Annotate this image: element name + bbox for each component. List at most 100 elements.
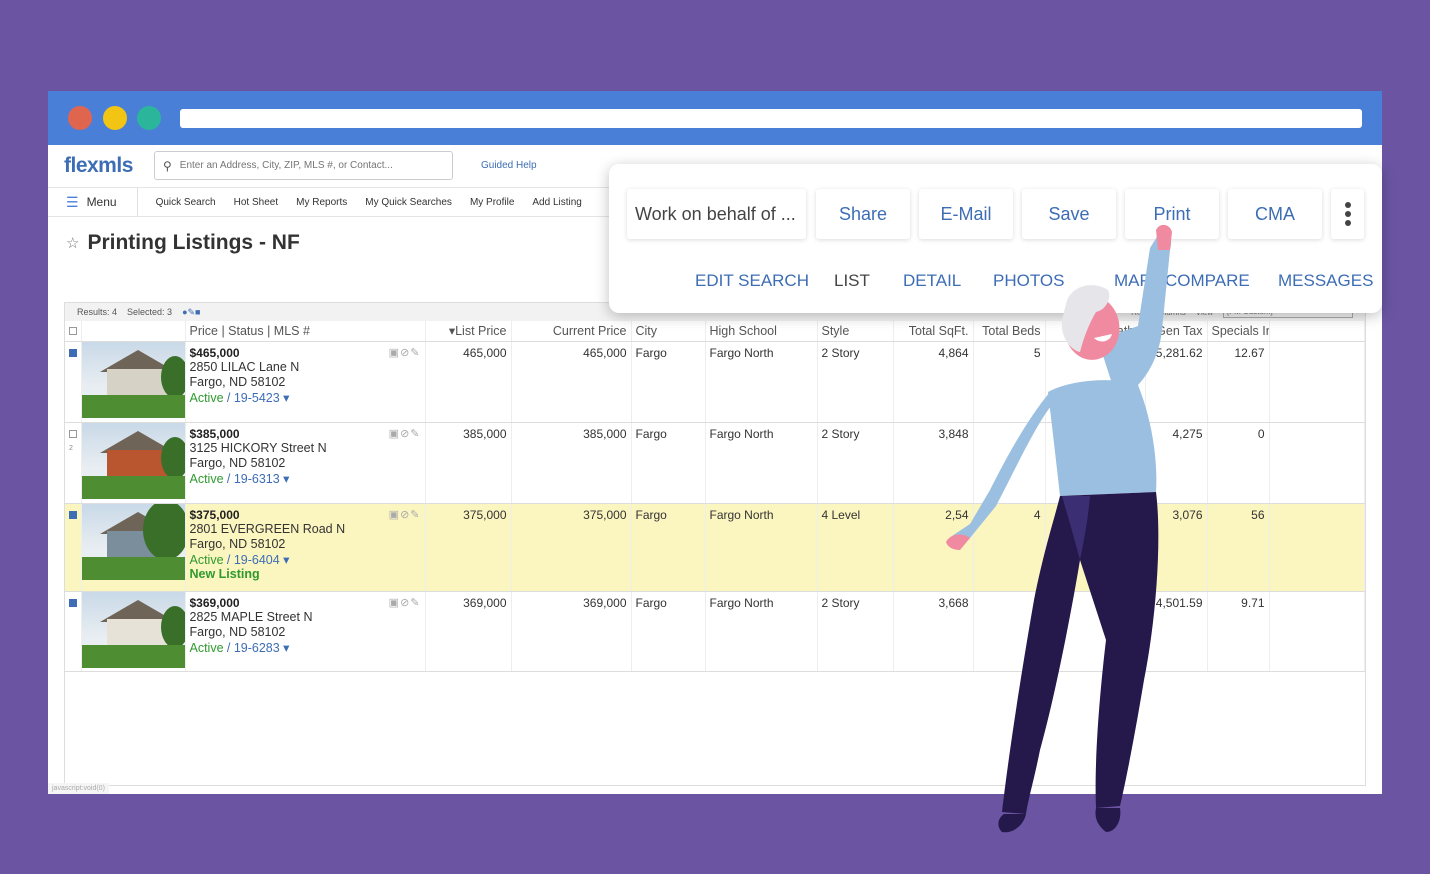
close-window-button[interactable] [68, 106, 92, 130]
table-row[interactable]: $369,000 ▣⊘✎ 2825 MAPLE Street N Fargo, N… [65, 591, 1365, 672]
col-high-school[interactable]: High School [705, 321, 818, 342]
filler-header [1269, 321, 1365, 342]
row-action-icons[interactable]: ▣⊘✎ [389, 346, 421, 360]
photo-cell[interactable] [81, 341, 186, 423]
baths-cell [1045, 422, 1146, 504]
row-number: 2 [69, 444, 73, 452]
row-checkbox[interactable] [69, 598, 77, 607]
row-action-icons[interactable]: ▣⊘✎ [389, 427, 421, 441]
sqft-cell: 3,848 [893, 422, 974, 504]
specials-cell: 9.71 [1207, 591, 1270, 672]
current-price-cell: 375,000 [511, 503, 632, 592]
row-action-icons[interactable]: ▣⊘✎ [389, 508, 421, 522]
search-box[interactable]: ⚲ [154, 151, 453, 180]
more-dot-icon [1344, 202, 1351, 208]
new-listing-badge: New Listing [189, 566, 260, 581]
listing-status: Active [189, 471, 224, 486]
col-total-baths[interactable]: Total Baths [1045, 321, 1146, 342]
listing-mls-link[interactable]: / 19-6404 ▾ [227, 553, 290, 567]
style-cell: 4 Level [817, 503, 894, 592]
search-input[interactable] [179, 160, 430, 171]
row-select-cell[interactable]: 2 [65, 422, 82, 504]
col-total-sqft[interactable]: Total SqFt. [893, 321, 974, 342]
contact-icon[interactable]: ●✎■ [182, 307, 200, 318]
email-button[interactable]: E-Mail [919, 189, 1013, 239]
col-list-price[interactable]: ▾List Price [425, 321, 512, 342]
filler-cell [1269, 422, 1365, 504]
nav-my-reports[interactable]: My Reports [296, 197, 347, 208]
favorite-star-icon[interactable]: ☆ [66, 234, 79, 252]
current-price-cell: 385,000 [511, 422, 632, 504]
table-row[interactable]: $465,000 ▣⊘✎ 2850 LILAC Lane N Fargo, ND … [65, 341, 1365, 423]
col-price-status-mls[interactable]: Price | Status | MLS # [185, 321, 426, 342]
photo-cell[interactable] [81, 422, 186, 504]
col-current-price[interactable]: Current Price [511, 321, 632, 342]
listing-mls-link[interactable]: / 19-6283 ▾ [227, 641, 290, 655]
menu-button[interactable]: ☰ Menu [48, 188, 138, 216]
beds-cell: 5 [973, 591, 1046, 672]
nav-add-listing[interactable]: Add Listing [532, 197, 581, 208]
row-select-cell[interactable] [65, 503, 82, 592]
tab-detail[interactable]: DETAIL [903, 271, 961, 291]
row-action-icons[interactable]: ▣⊘✎ [389, 596, 421, 610]
row-checkbox[interactable] [69, 510, 77, 519]
price-status-cell: $375,000 ▣⊘✎ 2801 EVERGREEN Road N Fargo,… [185, 503, 426, 592]
status-bar-url: javascript:void(0) [48, 783, 109, 794]
listing-photo[interactable] [81, 422, 184, 499]
nav-my-quick-searches[interactable]: My Quick Searches [365, 197, 452, 208]
select-all-cell[interactable] [65, 321, 82, 342]
listing-mls-link[interactable]: / 19-6313 ▾ [227, 472, 290, 486]
listing-photo[interactable] [81, 591, 184, 668]
city-cell: Fargo [631, 341, 706, 423]
price-status-cell: $385,000 ▣⊘✎ 3125 HICKORY Street N Fargo,… [185, 422, 426, 504]
tab-messages[interactable]: MESSAGES [1278, 271, 1373, 291]
save-button[interactable]: Save [1022, 189, 1116, 239]
table-row[interactable]: $375,000 ▣⊘✎ 2801 EVERGREEN Road N Fargo,… [65, 503, 1365, 592]
photo-header [81, 321, 186, 342]
tab-photos[interactable]: PHOTOS [993, 271, 1064, 291]
print-button[interactable]: Print [1125, 189, 1219, 239]
baths-cell [1045, 503, 1146, 592]
col-style[interactable]: Style [817, 321, 894, 342]
more-options-button[interactable] [1331, 189, 1364, 239]
row-select-cell[interactable] [65, 341, 82, 423]
row-checkbox[interactable] [69, 429, 77, 438]
tab-list[interactable]: LIST [834, 271, 870, 291]
tab-edit-search[interactable]: EDIT SEARCH [695, 271, 809, 291]
school-cell: Fargo North [705, 503, 818, 592]
select-all-checkbox[interactable] [69, 326, 77, 335]
tab-compare[interactable]: COMPARE [1165, 271, 1250, 291]
address-bar[interactable] [180, 109, 1362, 128]
col-total-beds[interactable]: Total Beds [973, 321, 1046, 342]
share-button[interactable]: Share [816, 189, 910, 239]
work-on-behalf-button[interactable]: Work on behalf of ... [627, 189, 806, 239]
nav-hot-sheet[interactable]: Hot Sheet [234, 197, 278, 208]
photo-cell[interactable] [81, 591, 186, 672]
listing-photo[interactable] [81, 503, 184, 580]
col-specials-inst[interactable]: Specials Inst [1207, 321, 1270, 342]
photo-cell[interactable] [81, 503, 186, 592]
minimize-window-button[interactable] [103, 106, 127, 130]
nav-my-profile[interactable]: My Profile [470, 197, 514, 208]
guided-help-link[interactable]: Guided Help [481, 160, 537, 171]
tab-map[interactable]: MAP [1114, 271, 1151, 291]
filler-cell [1269, 341, 1365, 423]
listing-city-line: Fargo, ND 58102 [189, 374, 286, 389]
row-checkbox[interactable] [69, 348, 77, 357]
row-select-cell[interactable] [65, 591, 82, 672]
filler-cell [1269, 503, 1365, 592]
style-cell: 2 Story [817, 591, 894, 672]
search-icon: ⚲ [163, 158, 172, 173]
tax-cell: 5,281.62 [1145, 341, 1208, 423]
cma-button[interactable]: CMA [1228, 189, 1322, 239]
listing-photo[interactable] [81, 341, 184, 418]
current-price-cell: 369,000 [511, 591, 632, 672]
flexmls-logo[interactable]: flexmls [64, 154, 133, 178]
table-row[interactable]: 2 $385,000 ▣⊘✎ 3125 HICKORY Street N Farg… [65, 422, 1365, 504]
col-gen-tax[interactable]: Gen Tax [1145, 321, 1208, 342]
listing-mls-link[interactable]: / 19-5423 ▾ [227, 391, 290, 405]
maximize-window-button[interactable] [137, 106, 161, 130]
nav-quick-search[interactable]: Quick Search [156, 197, 216, 208]
col-city[interactable]: City [631, 321, 706, 342]
school-cell: Fargo North [705, 422, 818, 504]
